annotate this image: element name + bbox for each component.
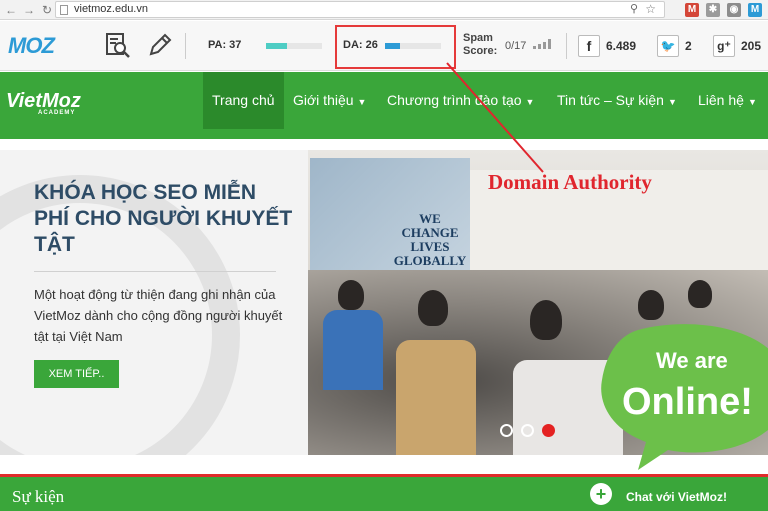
twitter-icon: 🐦 [657, 35, 679, 57]
page-authority-label: PA: 37 [208, 39, 242, 51]
spam-score-bars-icon [533, 39, 551, 49]
address-bar[interactable]: vietmoz.edu.vn ⚲ ☆ [55, 1, 665, 18]
menu-label: Giới thiệu [293, 92, 354, 108]
section-title: Sự kiện [12, 487, 65, 506]
person [688, 280, 712, 308]
menu-item-home[interactable]: Trang chủ [203, 72, 284, 129]
page-analysis-icon[interactable] [104, 31, 132, 59]
twitter-count: 2 [685, 39, 692, 53]
menu-item-contact[interactable]: Liên hệ ▼ [698, 72, 757, 129]
moz-extension-icon[interactable]: M [748, 3, 762, 17]
googleplus-metric[interactable]: g⁺ 205 [713, 33, 761, 59]
chevron-down-icon: ▼ [357, 97, 367, 107]
person [638, 290, 664, 320]
globe-icon[interactable]: ◉ [727, 3, 741, 17]
spam-score-label: Spam Score: [463, 32, 497, 58]
chevron-down-icon: ▼ [667, 97, 677, 107]
menu-label: Liên hệ [698, 92, 744, 108]
plus-icon: + [590, 483, 612, 505]
hero-text-panel: KHÓA HỌC SEO MIỄN PHÍ CHO NGƯỜI KHUYẾT T… [0, 150, 308, 455]
person [338, 280, 364, 310]
back-icon[interactable]: ← [4, 3, 18, 17]
badge-line1: We are [656, 348, 728, 373]
slider-dot-3[interactable] [542, 424, 555, 437]
menu-item-news[interactable]: Tin tức – Sự kiện ▼ [557, 72, 677, 129]
zoom-icon[interactable]: ⚲ [630, 2, 638, 17]
read-more-button[interactable]: XEM TIẾP.. [34, 360, 119, 388]
star-icon[interactable]: ☆ [645, 2, 656, 17]
menu-item-programs[interactable]: Chương trình đào tạo ▼ [387, 72, 534, 129]
page-icon [60, 5, 68, 15]
googleplus-count: 205 [741, 39, 762, 53]
hero-title: KHÓA HỌC SEO MIỄN PHÍ CHO NGƯỜI KHUYẾT T… [34, 181, 293, 256]
chat-label: Chat với VietMoz! [626, 490, 727, 504]
menu-item-about[interactable]: Giới thiệu ▼ [293, 72, 366, 129]
poster-text: WE CHANGE LIVES GLOBALLY [393, 211, 467, 268]
page-authority-bar [266, 43, 322, 49]
chat-button[interactable]: + Chat với VietMoz! [590, 483, 727, 505]
site-logo-text: VietMoz [6, 90, 81, 112]
facebook-metric[interactable]: f 6.489 [578, 33, 636, 59]
person [418, 290, 448, 326]
forward-icon[interactable]: → [22, 3, 36, 17]
person [530, 300, 562, 340]
domain-authority-label: DA: 26 [343, 39, 378, 51]
hero-description: Một hoạt động từ thiện đang ghi nhận của… [34, 287, 283, 344]
domain-authority-fill [385, 43, 400, 49]
spam-score-value: 0/17 [505, 40, 527, 52]
divider [566, 33, 567, 59]
site-logo[interactable]: VietMoz ACADEMY [6, 90, 81, 116]
reload-icon[interactable]: ↻ [40, 3, 54, 17]
divider [34, 271, 276, 272]
site-logo-subtitle: ACADEMY [38, 110, 76, 116]
facebook-count: 6.489 [606, 39, 637, 53]
chevron-down-icon: ▼ [747, 97, 757, 107]
spam-label-line1: Spam [463, 32, 493, 44]
chevron-down-icon: ▼ [525, 97, 535, 107]
divider [185, 33, 186, 59]
googleplus-icon: g⁺ [713, 35, 735, 57]
menu-label: Chương trình đào tạo [387, 92, 522, 108]
browser-toolbar: ← → ↻ vietmoz.edu.vn ⚲ ☆ M ✱ ◉ M [0, 0, 768, 20]
twitter-metric[interactable]: 🐦 2 [657, 33, 692, 59]
menu-label: Tin tức – Sự kiện [557, 92, 664, 108]
domain-authority-annotation: Domain Authority [488, 170, 652, 194]
spam-label-line2: Score: [463, 45, 498, 57]
menu-label: Trang chủ [212, 92, 275, 108]
page-authority-fill [266, 43, 287, 49]
section-bar: Sự kiện + Chat với VietMoz! [0, 477, 768, 511]
gmail-icon[interactable]: M [685, 3, 699, 17]
domain-authority-bar [385, 43, 441, 49]
slider-dot-1[interactable] [500, 424, 513, 437]
settings-icon[interactable]: ✱ [706, 3, 720, 17]
moz-logo[interactable]: MOZ [8, 33, 55, 59]
badge-line2: Online! [622, 381, 753, 423]
mozbar: MOZ PA: 37 DA: 26 Spam Score: 0/17 f 6.4… [0, 21, 768, 71]
person [323, 310, 383, 390]
site-header: VietMoz ACADEMY Trang chủ Giới thiệu ▼ Ch… [0, 72, 768, 139]
person [396, 340, 476, 455]
url-text: vietmoz.edu.vn [74, 3, 148, 15]
slider-dot-2[interactable] [521, 424, 534, 437]
facebook-icon: f [578, 35, 600, 57]
chat-online-badge[interactable]: We are Online! [598, 320, 768, 470]
slider-pagination [500, 424, 555, 437]
highlight-pencil-icon[interactable] [146, 31, 174, 59]
